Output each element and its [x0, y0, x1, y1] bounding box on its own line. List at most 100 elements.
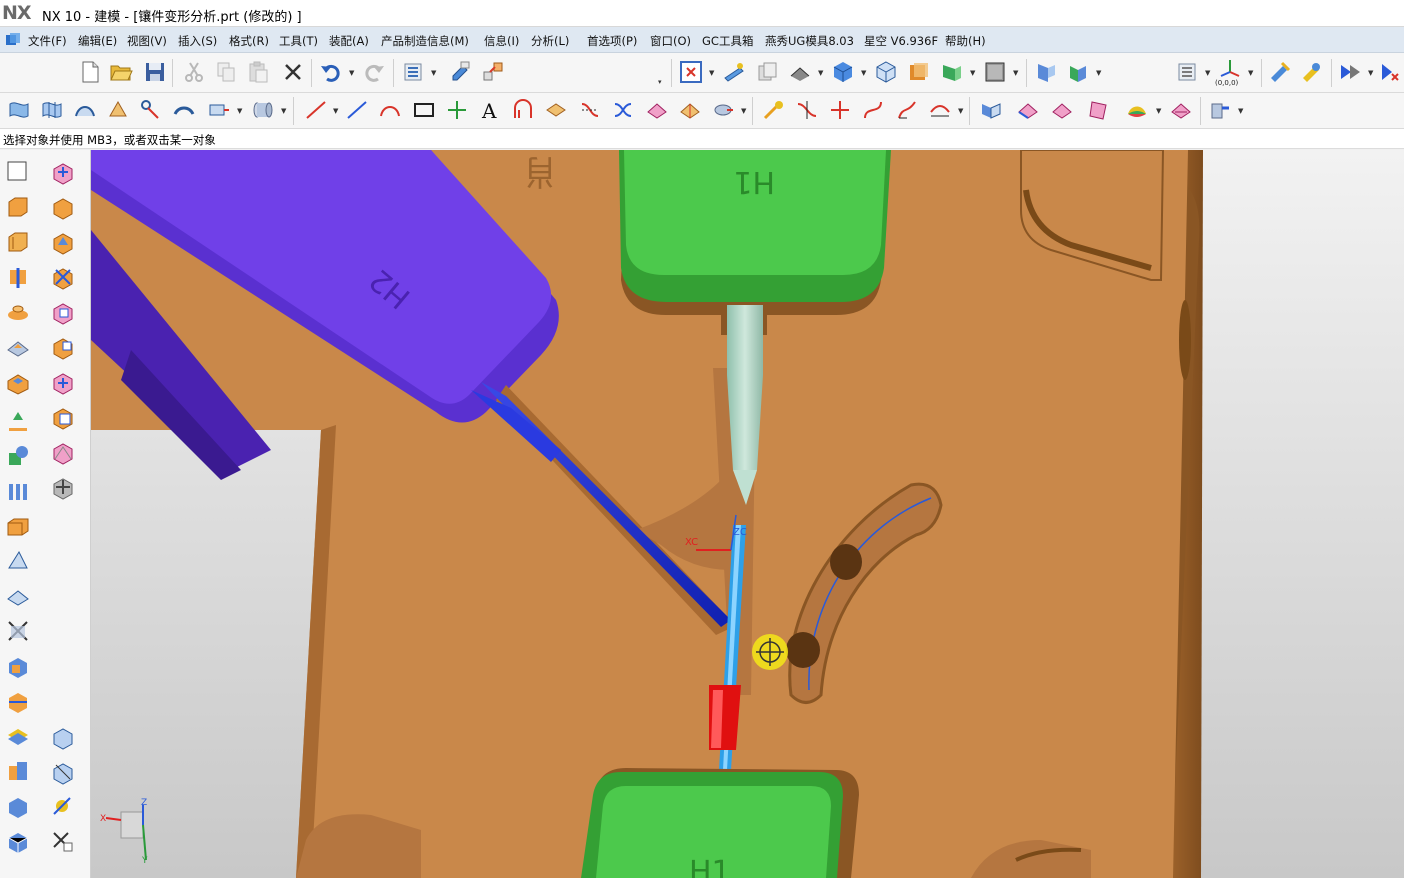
chevron-down-icon[interactable]: ▼	[281, 107, 289, 115]
graphics-window[interactable]: 肖 H1 H2 XC ZC H1 X Y Z	[91, 150, 1404, 878]
boss-button[interactable]	[3, 297, 33, 327]
chevron-down-icon[interactable]: ▼	[333, 107, 341, 115]
pocket-button[interactable]	[3, 367, 33, 397]
studio-surface-button[interactable]	[137, 96, 165, 124]
unite-button[interactable]	[3, 756, 33, 786]
menu-info[interactable]: 信息(I)	[483, 33, 520, 49]
invert-display-button[interactable]	[1064, 58, 1092, 86]
chevron-down-icon[interactable]: ▼	[709, 69, 717, 77]
chevron-down-icon[interactable]: ▼	[1013, 69, 1021, 77]
display-mode-button[interactable]	[981, 58, 1009, 86]
wireframe-view-button[interactable]	[872, 58, 900, 86]
text-button[interactable]: A	[476, 96, 504, 124]
chevron-down-icon[interactable]: ▼	[1238, 107, 1246, 115]
menu-window[interactable]: 窗口(O)	[649, 33, 692, 49]
red-ejector-part[interactable]	[709, 685, 741, 750]
hole-button[interactable]	[3, 262, 33, 292]
revolve-button[interactable]	[3, 227, 33, 257]
delete-body-button[interactable]	[48, 827, 78, 857]
point-button[interactable]	[443, 96, 471, 124]
line-tool-button[interactable]	[343, 96, 371, 124]
chevron-down-icon[interactable]: ▼	[1368, 69, 1376, 77]
offset-face-button[interactable]	[1048, 96, 1076, 124]
thread-button[interactable]	[3, 476, 33, 506]
pad-button[interactable]	[3, 406, 33, 436]
chevron-down-icon[interactable]: ▾	[658, 78, 666, 86]
edit-section-button[interactable]	[938, 58, 966, 86]
menu-preferences[interactable]: 首选项(P)	[586, 33, 638, 49]
line-button[interactable]	[302, 96, 330, 124]
bridge-surface-button[interactable]	[170, 96, 198, 124]
draft-button[interactable]	[3, 546, 33, 576]
show-hide-button[interactable]	[1032, 58, 1060, 86]
extrude-button[interactable]	[3, 192, 33, 222]
chevron-down-icon[interactable]: ▼	[1096, 69, 1104, 77]
offset-curve-button[interactable]	[509, 96, 537, 124]
chevron-down-icon[interactable]: ▼	[970, 69, 978, 77]
transform-face-button[interactable]	[48, 472, 78, 502]
measure-button[interactable]	[1266, 58, 1294, 86]
smooth-spline-button[interactable]	[893, 96, 921, 124]
selection-filter-button[interactable]	[1376, 58, 1404, 86]
mirror-face-button[interactable]	[48, 437, 78, 467]
delete-face-button[interactable]	[48, 332, 78, 362]
menu-help[interactable]: 帮助(H)	[944, 33, 987, 49]
analysis-button[interactable]	[1298, 58, 1326, 86]
menu-file[interactable]: 文件(F)	[27, 33, 68, 49]
menu-yanxiu-mold[interactable]: 燕秀UG模具8.03	[764, 33, 855, 49]
chevron-down-icon[interactable]: ▼	[1205, 69, 1213, 77]
extract-curve-button[interactable]	[643, 96, 671, 124]
chevron-down-icon[interactable]: ▼	[958, 107, 966, 115]
copy-button[interactable]	[212, 58, 240, 86]
menu-analysis[interactable]: 分析(L)	[530, 33, 570, 49]
save-button[interactable]	[141, 58, 169, 86]
curve-length-button[interactable]	[859, 96, 887, 124]
through-curve-mesh-button[interactable]	[38, 96, 66, 124]
resize-blend-button[interactable]	[48, 297, 78, 327]
join-curve-button[interactable]	[609, 96, 637, 124]
menu-tools[interactable]: 工具(T)	[278, 33, 319, 49]
extend-sheet-button[interactable]	[205, 96, 233, 124]
subtract-button[interactable]	[3, 791, 33, 821]
delete-button[interactable]	[279, 58, 307, 86]
swept-button[interactable]	[71, 96, 99, 124]
intersect-button[interactable]	[3, 826, 33, 856]
composite-curve-button[interactable]	[709, 96, 737, 124]
shaded-view-button[interactable]	[829, 58, 857, 86]
draft-analysis-button[interactable]	[1014, 96, 1042, 124]
n-sided-surface-button[interactable]	[104, 96, 132, 124]
intersection-curve-button[interactable]	[576, 96, 604, 124]
new-file-button[interactable]	[76, 58, 104, 86]
face-analysis-button[interactable]	[977, 96, 1005, 124]
copy-face-button[interactable]	[48, 402, 78, 432]
cut-button[interactable]	[180, 58, 208, 86]
chevron-down-icon[interactable]: ▼	[431, 69, 439, 77]
shell-button[interactable]	[3, 651, 33, 681]
chamfer-button[interactable]	[3, 616, 33, 646]
snap-point-button[interactable]	[1336, 58, 1364, 86]
edge-blend-button[interactable]	[3, 581, 33, 611]
menu-insert[interactable]: 插入(S)	[177, 33, 218, 49]
menu-format[interactable]: 格式(R)	[228, 33, 270, 49]
chevron-down-icon[interactable]: ▼	[237, 107, 245, 115]
move-face-button[interactable]	[48, 157, 78, 187]
replace-face-button[interactable]	[48, 262, 78, 292]
background-button[interactable]	[905, 58, 933, 86]
fillet-curve-button[interactable]	[926, 96, 954, 124]
chevron-down-icon[interactable]: ▼	[1156, 107, 1164, 115]
render-style-button[interactable]	[786, 58, 814, 86]
move-object-button[interactable]	[479, 58, 507, 86]
surface-through-curves-button[interactable]	[5, 96, 33, 124]
redo-button[interactable]	[360, 58, 388, 86]
menu-xingkong[interactable]: 星空 V6.936F	[863, 33, 939, 49]
chevron-down-icon[interactable]: ▼	[861, 69, 869, 77]
emboss-button[interactable]	[3, 332, 33, 362]
layer-settings-button[interactable]	[399, 58, 427, 86]
mold-tool-button[interactable]	[1206, 96, 1234, 124]
app-menu-icon[interactable]	[5, 32, 21, 48]
pattern-face-button[interactable]	[48, 367, 78, 397]
layer-manager-button[interactable]	[1173, 58, 1201, 86]
synchronous-offset-button[interactable]	[48, 757, 78, 787]
offset-region-button[interactable]	[48, 227, 78, 257]
sphere-button[interactable]	[3, 441, 33, 471]
